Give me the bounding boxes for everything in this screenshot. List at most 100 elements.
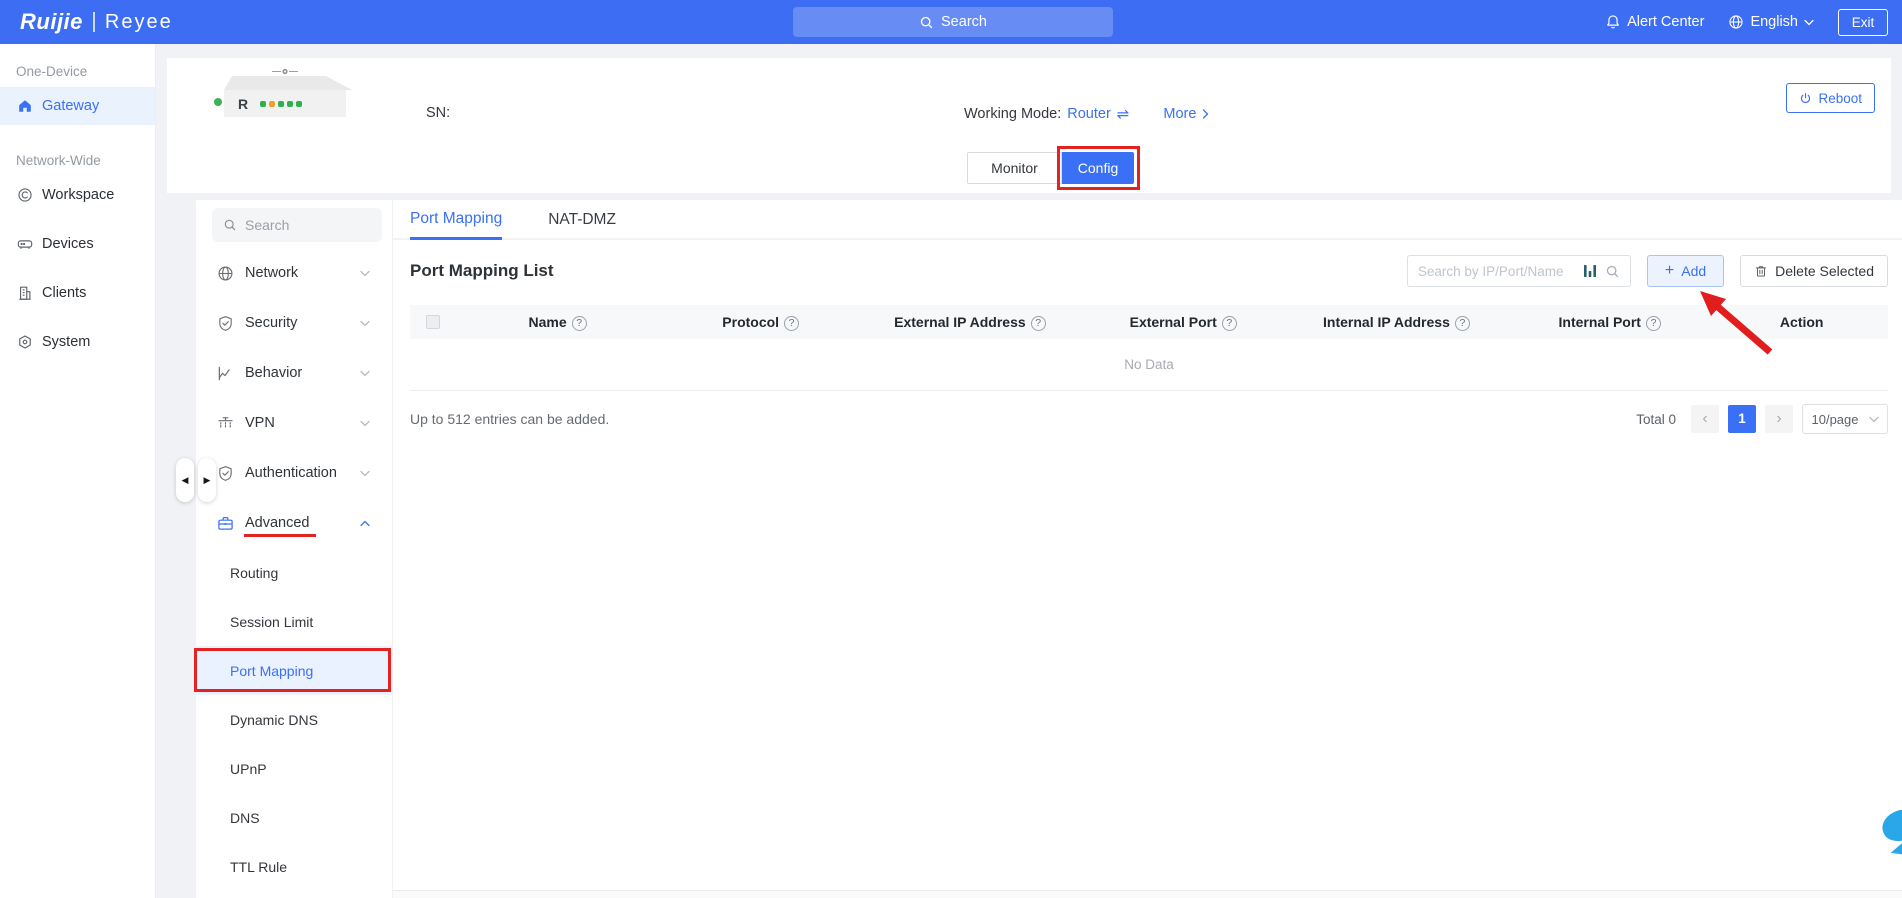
help-icon[interactable]: ?: [572, 316, 587, 331]
collapse-right-handle[interactable]: ▶: [198, 458, 216, 502]
led-green: [287, 101, 293, 107]
device-letter: R: [238, 96, 248, 112]
sidebar-item-devices[interactable]: Devices: [0, 225, 155, 263]
subnav-item-dynamic-dns[interactable]: Dynamic DNS: [196, 695, 392, 744]
reboot-button[interactable]: Reboot: [1786, 83, 1875, 113]
brand-logo: Ruijie Reyee: [20, 0, 173, 44]
delete-label: Delete Selected: [1775, 263, 1874, 279]
advanced-submenu: Routing Session Limit Port Mapping Dynam…: [196, 548, 392, 891]
sidebar-item-gateway[interactable]: Gateway: [0, 87, 155, 125]
home-icon: [17, 98, 33, 114]
chevron-down-icon: [356, 370, 374, 377]
pane-tabs: Port Mapping NAT-DMZ: [393, 200, 1902, 240]
help-icon[interactable]: ?: [784, 316, 799, 331]
sidebar-item-label: System: [42, 334, 90, 350]
topbar-right: Alert Center English Exit: [1605, 0, 1888, 44]
tree-search-box[interactable]: [212, 208, 382, 242]
tree-item-authentication[interactable]: Authentication: [196, 448, 392, 498]
add-label: Add: [1681, 263, 1706, 279]
pagination: Total 0 ‹ 1 › 10/page: [1636, 404, 1888, 434]
subnav-label: Session Limit: [230, 614, 313, 630]
current-page-button[interactable]: 1: [1728, 405, 1756, 433]
support-widget-icon[interactable]: [1876, 810, 1902, 862]
search-icon: [919, 15, 934, 30]
page-size-value: 10/page: [1812, 412, 1859, 427]
tree-item-label: Behavior: [245, 365, 302, 381]
tree-item-behavior[interactable]: Behavior: [196, 348, 392, 398]
tab-config[interactable]: Config: [1062, 152, 1134, 184]
subnav-item-port-mapping[interactable]: Port Mapping: [196, 646, 392, 695]
tree-item-vpn[interactable]: VPN: [196, 398, 392, 448]
chevron-down-icon: [356, 320, 374, 327]
subnav-item-session-limit[interactable]: Session Limit: [196, 597, 392, 646]
delete-selected-button[interactable]: Delete Selected: [1740, 255, 1888, 287]
working-mode-value[interactable]: Router: [1067, 106, 1111, 122]
section-label-network-wide: Network-Wide: [16, 153, 155, 168]
search-icon[interactable]: [1605, 264, 1620, 279]
subnav-label: UPnP: [230, 761, 267, 777]
annotation-underline-advanced: [244, 534, 316, 537]
prev-page-button[interactable]: ‹: [1691, 405, 1719, 433]
help-icon[interactable]: ?: [1646, 316, 1661, 331]
help-icon[interactable]: ?: [1455, 316, 1470, 331]
capacity-note: Up to 512 entries can be added.: [410, 411, 609, 427]
exit-button[interactable]: Exit: [1838, 9, 1888, 36]
nav-collapse-handles: ◀ ▶: [176, 458, 216, 502]
sidebar-item-system[interactable]: System: [0, 323, 155, 361]
led-green: [296, 101, 302, 107]
next-page-button[interactable]: ›: [1765, 405, 1793, 433]
collapse-left-handle[interactable]: ◀: [176, 458, 194, 502]
section-label-one-device: One-Device: [16, 64, 155, 79]
add-button[interactable]: + Add: [1647, 255, 1724, 287]
globe-icon: [216, 265, 234, 282]
switch-mode-icon[interactable]: ⇌: [1117, 105, 1130, 123]
more-link[interactable]: More: [1163, 106, 1196, 122]
config-tree-nav: Network Security: [196, 200, 393, 898]
device-banner: R SN: Working Mode: Router ⇌ More Reboot: [166, 57, 1892, 194]
col-protocol-header: Protocol?: [659, 314, 862, 331]
tree-search-input[interactable]: [245, 217, 371, 233]
tab-nat-dmz[interactable]: NAT-DMZ: [548, 211, 616, 238]
tab-port-mapping[interactable]: Port Mapping: [410, 210, 502, 240]
subnav-label: Dynamic DNS: [230, 712, 318, 728]
led-orange: [269, 101, 275, 107]
building-icon: [17, 285, 33, 301]
alert-center-button[interactable]: Alert Center: [1605, 14, 1704, 30]
help-icon[interactable]: ?: [1031, 316, 1046, 331]
tab-monitor[interactable]: Monitor: [967, 152, 1062, 184]
table-search-input[interactable]: [1418, 264, 1575, 279]
device-thumbnail[interactable]: R: [224, 68, 354, 118]
sidebar-item-workspace[interactable]: Workspace: [0, 176, 155, 214]
app-sidebar: One-Device Gateway Network-Wide Workspac…: [0, 44, 156, 898]
table-search-box[interactable]: [1407, 255, 1631, 287]
subnav-label: Port Mapping: [230, 663, 313, 679]
subnav-item-dns[interactable]: DNS: [196, 793, 392, 842]
select-all-checkbox[interactable]: [426, 315, 440, 329]
tree-list: Network Security: [196, 248, 392, 891]
tree-item-network[interactable]: Network: [196, 248, 392, 298]
sidebar-item-clients[interactable]: Clients: [0, 274, 155, 312]
tree-item-label: Network: [245, 265, 298, 281]
port-mapping-pane: Port Mapping NAT-DMZ Port Mapping List: [393, 200, 1902, 898]
subnav-item-ttl-rule[interactable]: TTL Rule: [196, 842, 392, 891]
language-selector[interactable]: English: [1728, 14, 1814, 30]
columns-filter-icon[interactable]: [1583, 264, 1597, 278]
global-search[interactable]: Search: [793, 7, 1113, 37]
view-switcher: Monitor Config: [967, 152, 1134, 184]
shield-icon: [216, 315, 234, 332]
subnav-item-routing[interactable]: Routing: [196, 548, 392, 597]
subnav-item-upnp[interactable]: UPnP: [196, 744, 392, 793]
table-divider: [410, 390, 1888, 391]
tree-item-advanced[interactable]: Advanced: [196, 498, 392, 548]
help-icon[interactable]: ?: [1222, 316, 1237, 331]
brand-ruijie: Ruijie: [20, 9, 83, 35]
chevron-down-icon: [356, 420, 374, 427]
page-size-select[interactable]: 10/page: [1802, 404, 1888, 434]
horizontal-scrollbar-track[interactable]: [393, 890, 1902, 898]
chevron-down-icon: [1869, 416, 1879, 423]
chevron-right-icon: [1202, 109, 1209, 119]
device-top-face: [224, 76, 352, 90]
brand-reyee: Reyee: [105, 11, 173, 34]
language-label: English: [1750, 14, 1798, 30]
tree-item-security[interactable]: Security: [196, 298, 392, 348]
